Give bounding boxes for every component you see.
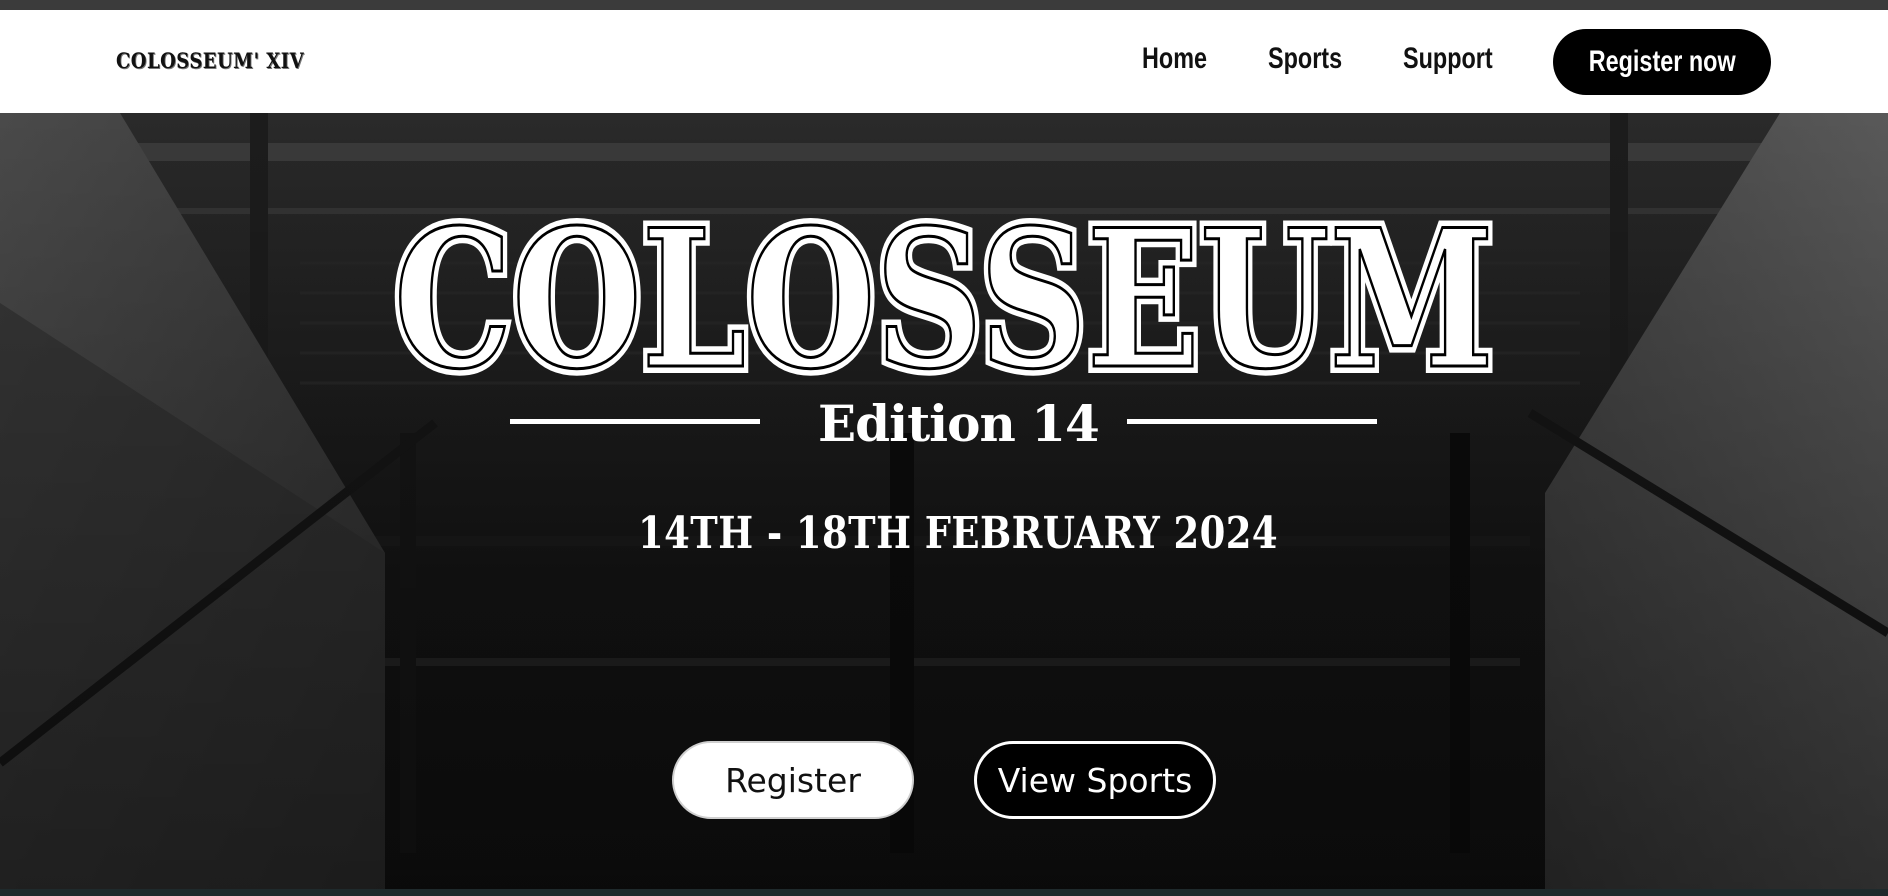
browser-top-strip bbox=[0, 0, 1888, 10]
register-now-button[interactable]: Register now bbox=[1553, 29, 1771, 95]
register-now-label: Register now bbox=[1588, 45, 1736, 78]
page-bottom-edge bbox=[0, 889, 1888, 896]
edition-divider-right bbox=[1127, 419, 1377, 424]
hero-section: COLOSSEUM COLOSSEUM Edition 14 14TH - 18… bbox=[0, 113, 1888, 889]
brand-logo[interactable]: COLOSSEUM' XIV bbox=[116, 48, 304, 73]
event-dates: 14TH - 18TH FEBRUARY 2024 bbox=[638, 508, 1279, 559]
edition-divider-left bbox=[510, 419, 760, 424]
nav-sports-link[interactable]: Sports bbox=[1268, 42, 1342, 76]
hero-title: COLOSSEUM COLOSSEUM bbox=[387, 198, 1501, 398]
nav-home-link[interactable]: Home bbox=[1142, 42, 1207, 76]
edition-label: Edition 14 bbox=[818, 394, 1100, 453]
hero-title-fill: COLOSSEUM bbox=[394, 198, 1494, 398]
navbar: COLOSSEUM' XIV Home Sports Support Regis… bbox=[0, 10, 1888, 113]
register-button[interactable]: Register bbox=[672, 741, 914, 819]
nav-support-link[interactable]: Support bbox=[1403, 42, 1493, 76]
view-sports-button[interactable]: View Sports bbox=[974, 741, 1216, 819]
